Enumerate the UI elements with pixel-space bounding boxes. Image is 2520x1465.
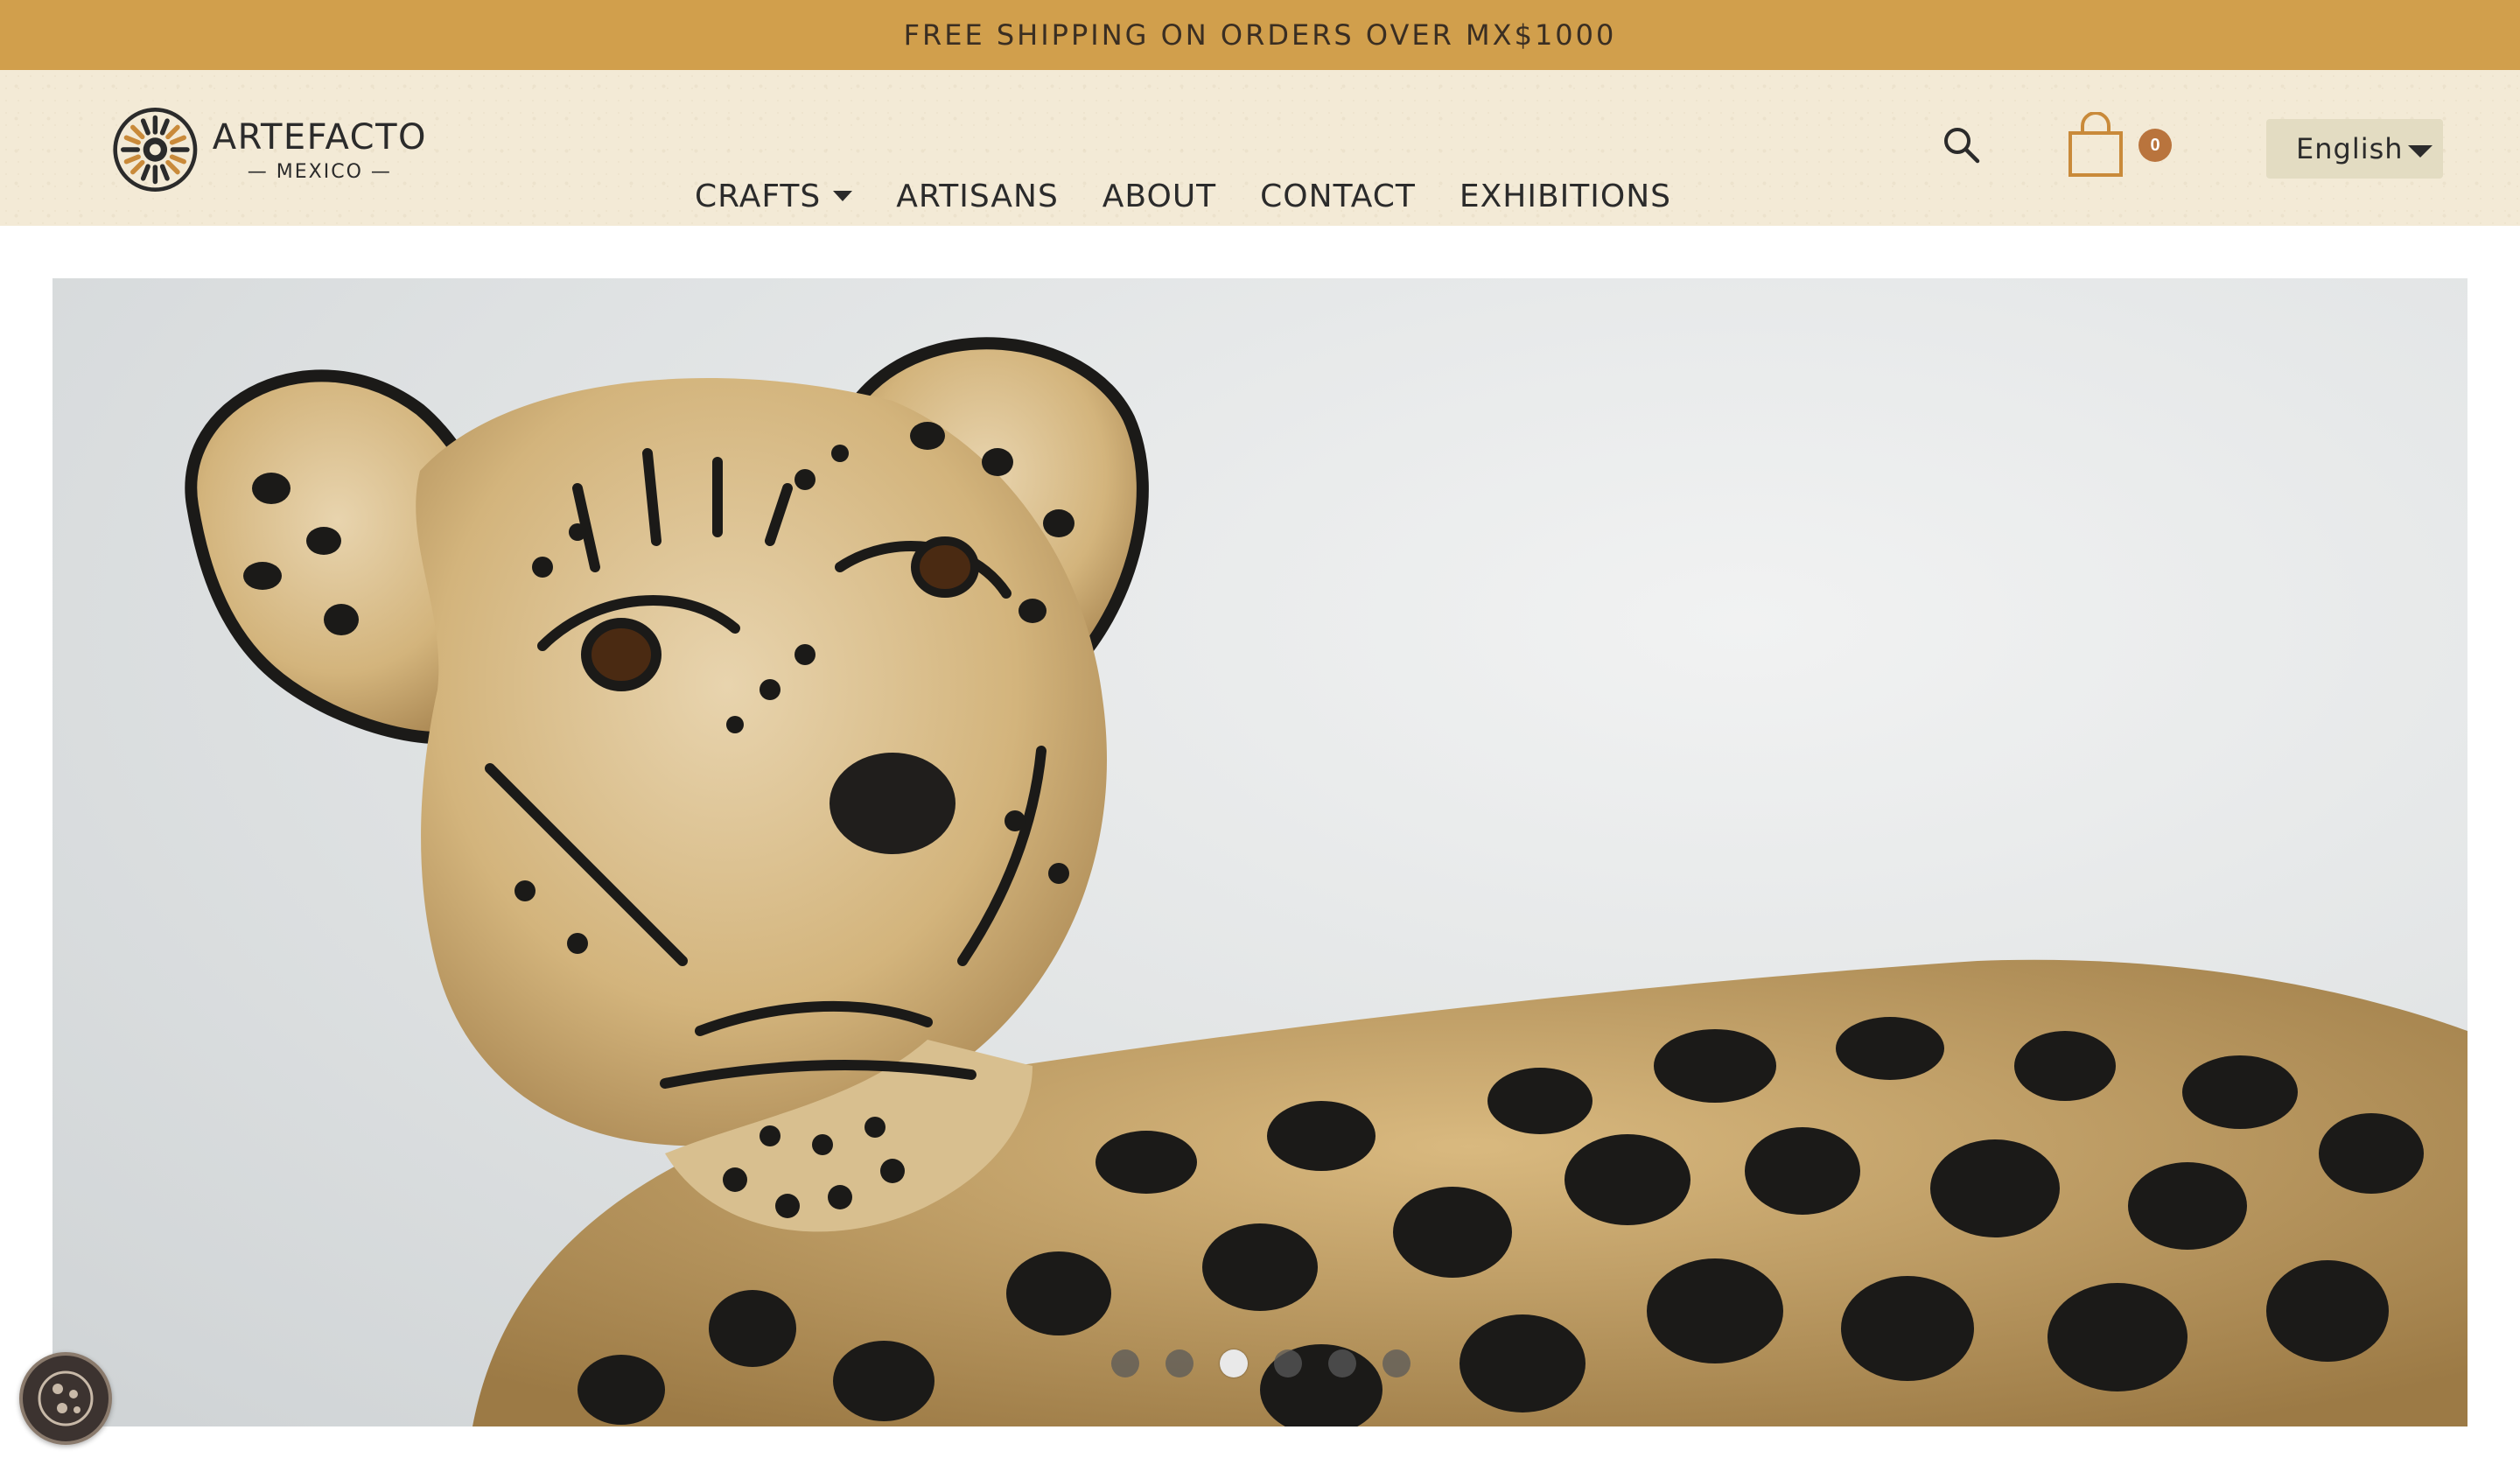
promo-text: FREE SHIPPING ON ORDERS OVER MX$1000: [903, 18, 1617, 52]
search-icon[interactable]: [1942, 126, 1981, 165]
chevron-down-icon: [833, 191, 853, 201]
chevron-down-icon: [2408, 145, 2432, 158]
nav-item-exhibitions[interactable]: EXHIBITIONS: [1460, 179, 1671, 214]
cookie-icon: [38, 1370, 94, 1426]
slider-pagination: [1111, 1349, 1410, 1377]
cookie-settings-button[interactable]: [19, 1352, 112, 1445]
logo-sun-icon: [113, 108, 198, 192]
slider-dot[interactable]: [1328, 1349, 1356, 1377]
nav-item-crafts[interactable]: CRAFTS: [695, 178, 853, 214]
logo-text: ARTEFACTO — MEXICO —: [213, 117, 427, 183]
promo-bar: FREE SHIPPING ON ORDERS OVER MX$1000: [0, 0, 2520, 70]
language-selected: English: [2296, 132, 2404, 165]
slider-dot-active[interactable]: [1220, 1349, 1248, 1377]
cart-count-badge: 0: [2138, 129, 2172, 162]
brand-name: ARTEFACTO: [212, 116, 427, 158]
language-select[interactable]: English: [2266, 119, 2443, 179]
slider-dot[interactable]: [1382, 1349, 1410, 1377]
nav-item-artisans[interactable]: ARTISANS: [896, 179, 1059, 214]
nav-item-contact[interactable]: CONTACT: [1260, 179, 1416, 214]
slider-dot[interactable]: [1274, 1349, 1302, 1377]
logo[interactable]: ARTEFACTO — MEXICO —: [112, 102, 427, 198]
hero-slider[interactable]: [52, 278, 2468, 1426]
hero-image-jaguar: [185, 337, 2468, 1426]
brand-subtitle: — MEXICO —: [247, 160, 392, 183]
site-header: ARTEFACTO — MEXICO — CRAFTS ARTISANS ABO…: [0, 70, 2520, 226]
main-nav: CRAFTS ARTISANS ABOUT CONTACT EXHIBITION…: [695, 174, 1671, 218]
shopping-bag-icon[interactable]: [2067, 112, 2124, 177]
nav-item-about[interactable]: ABOUT: [1102, 179, 1216, 214]
nav-item-label: CRAFTS: [695, 178, 822, 214]
slider-dot[interactable]: [1111, 1349, 1139, 1377]
slider-dot[interactable]: [1166, 1349, 1194, 1377]
